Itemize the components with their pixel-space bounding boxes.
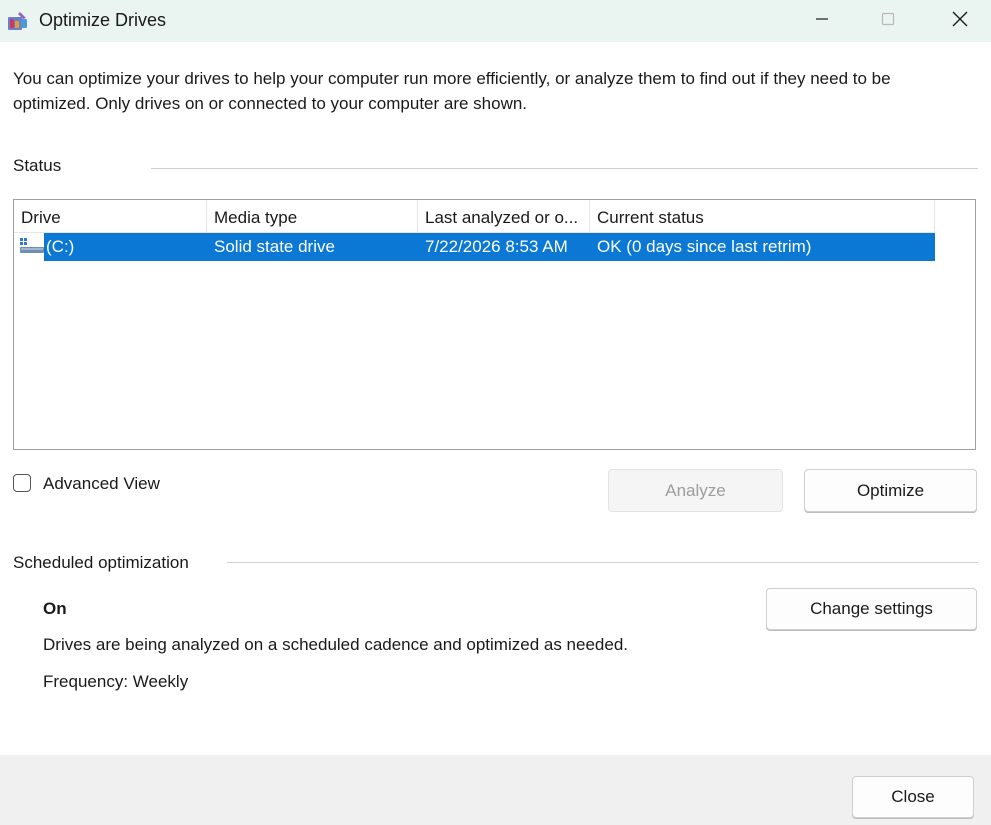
- cell-current-status: OK (0 days since last retrim): [597, 237, 812, 256]
- scheduled-optimization-label: Scheduled optimization: [13, 553, 189, 572]
- drives-list[interactable]: Drive Media type Last analyzed or o... C…: [13, 199, 976, 450]
- change-settings-button[interactable]: Change settings: [766, 588, 977, 630]
- schedule-frequency: Frequency: Weekly: [43, 672, 189, 691]
- advanced-view-checkbox[interactable]: [13, 474, 31, 492]
- list-header: Drive Media type Last analyzed or o... C…: [14, 200, 935, 233]
- close-button[interactable]: Close: [852, 776, 974, 818]
- column-header-current-status[interactable]: Current status: [590, 200, 935, 232]
- analyze-button: Analyze: [608, 469, 783, 512]
- dialog-footer: Close: [0, 755, 991, 825]
- column-header-drive[interactable]: Drive: [14, 200, 207, 232]
- maximize-button: [859, 0, 917, 42]
- column-header-media-type[interactable]: Media type: [207, 200, 418, 232]
- maximize-icon: [880, 11, 896, 32]
- cell-drive: (C:): [46, 237, 75, 256]
- schedule-state: On: [43, 599, 67, 618]
- cell-media-type: Solid state drive: [214, 237, 335, 256]
- scheduled-divider: [227, 562, 978, 563]
- column-header-last-analyzed[interactable]: Last analyzed or o...: [418, 200, 590, 232]
- intro-text: You can optimize your drives to help you…: [13, 69, 891, 113]
- title-bar: Optimize Drives: [0, 0, 991, 42]
- close-icon: [951, 10, 969, 33]
- close-window-button[interactable]: [931, 0, 989, 42]
- schedule-description: Drives are being analyzed on a scheduled…: [43, 635, 629, 654]
- minimize-button[interactable]: [793, 0, 851, 42]
- window-title: Optimize Drives: [39, 10, 167, 30]
- drive-icon: [20, 236, 44, 256]
- status-label: Status: [13, 156, 62, 175]
- advanced-view-label[interactable]: Advanced View: [43, 474, 160, 494]
- optimize-button[interactable]: Optimize: [804, 469, 977, 512]
- table-row[interactable]: (C:) Solid state drive 7/22/2026 8:53 AM…: [14, 233, 935, 261]
- minimize-icon: [814, 11, 830, 32]
- status-divider: [151, 168, 978, 169]
- cell-last-analyzed: 7/22/2026 8:53 AM: [425, 237, 568, 256]
- optimize-drives-icon: [6, 10, 30, 32]
